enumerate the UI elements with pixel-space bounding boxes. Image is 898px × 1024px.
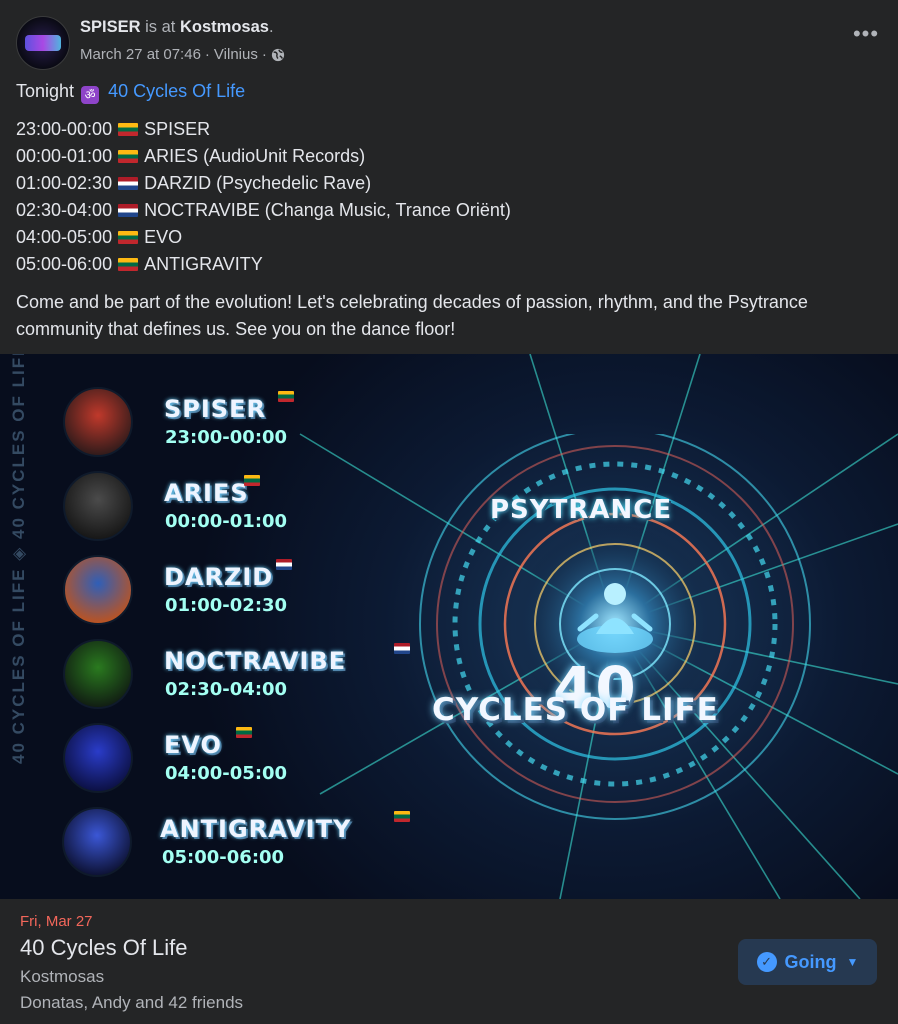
lineup-row: 04:00-05:00 EVO xyxy=(16,224,882,251)
tonight-label: Tonight xyxy=(16,81,75,101)
lineup-time: 01:00-02:30 xyxy=(16,173,113,193)
lithuania-flag-icon xyxy=(118,231,139,244)
lithuania-flag-icon xyxy=(244,475,260,486)
lineup-row: 05:00-06:00 ANTIGRAVITY xyxy=(16,251,882,278)
event-link[interactable]: 40 Cycles Of Life xyxy=(108,81,245,101)
going-button[interactable]: ✓ Going ▼ xyxy=(738,939,877,985)
dj-photo xyxy=(63,639,133,709)
event-location: Kostmosas xyxy=(20,967,105,986)
lineup-artist: EVO xyxy=(144,227,183,247)
going-label: Going xyxy=(784,951,837,972)
check-circle-icon: ✓ xyxy=(756,952,777,972)
dj-photo xyxy=(63,471,133,541)
lineup-row: 02:30-04:00 NOCTRAVIBE (Changa Music, Tra… xyxy=(16,197,882,224)
poster-title: CYCLES OF LIFE xyxy=(432,692,719,728)
meta-separator-2: · xyxy=(261,46,267,63)
location-name[interactable]: Kostmosas xyxy=(180,18,269,36)
globe-icon[interactable] xyxy=(271,48,285,62)
lithuania-flag-icon xyxy=(278,391,294,402)
lineup-row: 23:00-00:00 SPISER xyxy=(16,116,882,143)
lithuania-flag-icon xyxy=(394,811,410,822)
post-city[interactable]: Vilnius xyxy=(214,46,258,63)
lineup-time: 23:00-00:00 xyxy=(16,119,113,139)
dj-name: DARZID xyxy=(164,563,274,591)
event-title[interactable]: 40 Cycles Of Life xyxy=(20,935,188,961)
is-at-text: is at xyxy=(145,18,176,36)
lineup-row: 01:00-02:30 DARZID (Psychedelic Rave) xyxy=(16,170,882,197)
dj-name: ARIES xyxy=(164,479,249,507)
post-timestamp[interactable]: March 27 at 07:46 xyxy=(80,46,201,63)
lineup-time: 00:00-01:00 xyxy=(16,146,113,166)
netherlands-flag-icon xyxy=(118,177,139,190)
poster-side-text: 40 CYCLES OF LIFE ◈ 40 CYCLES OF LIFE xyxy=(9,354,28,764)
lineup-artist: SPISER xyxy=(144,119,211,139)
more-options-icon[interactable]: ••• xyxy=(850,23,882,52)
dj-photo xyxy=(63,723,133,793)
lineup-list: 23:00-00:00 SPISER 00:00-01:00 ARIES (Audio… xyxy=(16,116,882,278)
dj-name: EVO xyxy=(164,731,222,759)
event-poster[interactable]: 40 CYCLES OF LIFE ◈ 40 CYCLES OF LIFE PS… xyxy=(0,354,898,899)
lineup-time: 04:00-05:00 xyxy=(16,227,113,247)
author-line: SPISER is at Kostmosas. xyxy=(80,18,274,37)
post-header: SPISER is at Kostmosas. March 27 at 07:4… xyxy=(16,14,882,70)
lithuania-flag-icon xyxy=(118,258,139,271)
dj-photo xyxy=(62,807,132,877)
post-text: Tonight ॐ 40 Cycles Of Life 23:00-00:00 S… xyxy=(16,78,882,343)
dj-photo xyxy=(63,387,133,457)
lithuania-flag-icon xyxy=(236,727,252,738)
netherlands-flag-icon xyxy=(276,559,292,570)
period: . xyxy=(268,18,274,36)
lineup-time: 05:00-06:00 xyxy=(16,254,113,274)
dj-time: 02:30-04:00 xyxy=(165,679,288,700)
psytrance-title: PSYTRANCE xyxy=(490,495,673,525)
author-name[interactable]: SPISER xyxy=(80,18,141,36)
meta-separator: · xyxy=(204,46,210,63)
lineup-artist: DARZID (Psychedelic Rave) xyxy=(144,173,372,193)
page-avatar[interactable] xyxy=(16,16,70,70)
dj-name: NOCTRAVIBE xyxy=(164,647,347,675)
dj-time: 05:00-06:00 xyxy=(162,847,285,868)
lithuania-flag-icon xyxy=(118,150,139,163)
dj-time: 01:00-02:30 xyxy=(165,595,288,616)
dj-time: 23:00-00:00 xyxy=(165,427,288,448)
event-card[interactable]: Fri, Mar 27 40 Cycles Of Life Kostmosas … xyxy=(0,899,898,1024)
lineup-artist: ANTIGRAVITY xyxy=(144,254,263,274)
event-date: Fri, Mar 27 xyxy=(20,913,93,930)
lineup-artist: ARIES (AudioUnit Records) xyxy=(144,146,366,166)
dj-time: 00:00-01:00 xyxy=(165,511,288,532)
tonight-line: Tonight ॐ 40 Cycles Of Life xyxy=(16,78,882,105)
dj-name: SPISER xyxy=(164,395,266,423)
lineup-row: 00:00-01:00 ARIES (AudioUnit Records) xyxy=(16,143,882,170)
event-friends: Donatas, Andy and 42 friends xyxy=(20,993,244,1012)
om-emoji-icon: ॐ xyxy=(81,86,100,104)
lineup-artist: NOCTRAVIBE (Changa Music, Trance Oriënt) xyxy=(144,200,511,220)
lineup-time: 02:30-04:00 xyxy=(16,200,113,220)
post-meta: March 27 at 07:46 · Vilnius · xyxy=(80,46,285,63)
spiser-logo xyxy=(25,35,61,51)
post-message: Come and be part of the evolution! Let's… xyxy=(16,292,808,339)
netherlands-flag-icon xyxy=(394,643,410,654)
dj-time: 04:00-05:00 xyxy=(165,763,288,784)
dj-photo xyxy=(63,555,133,625)
netherlands-flag-icon xyxy=(118,204,139,217)
lithuania-flag-icon xyxy=(118,123,139,136)
dj-name: ANTIGRAVITY xyxy=(160,815,352,843)
chevron-down-icon: ▼ xyxy=(846,955,859,969)
